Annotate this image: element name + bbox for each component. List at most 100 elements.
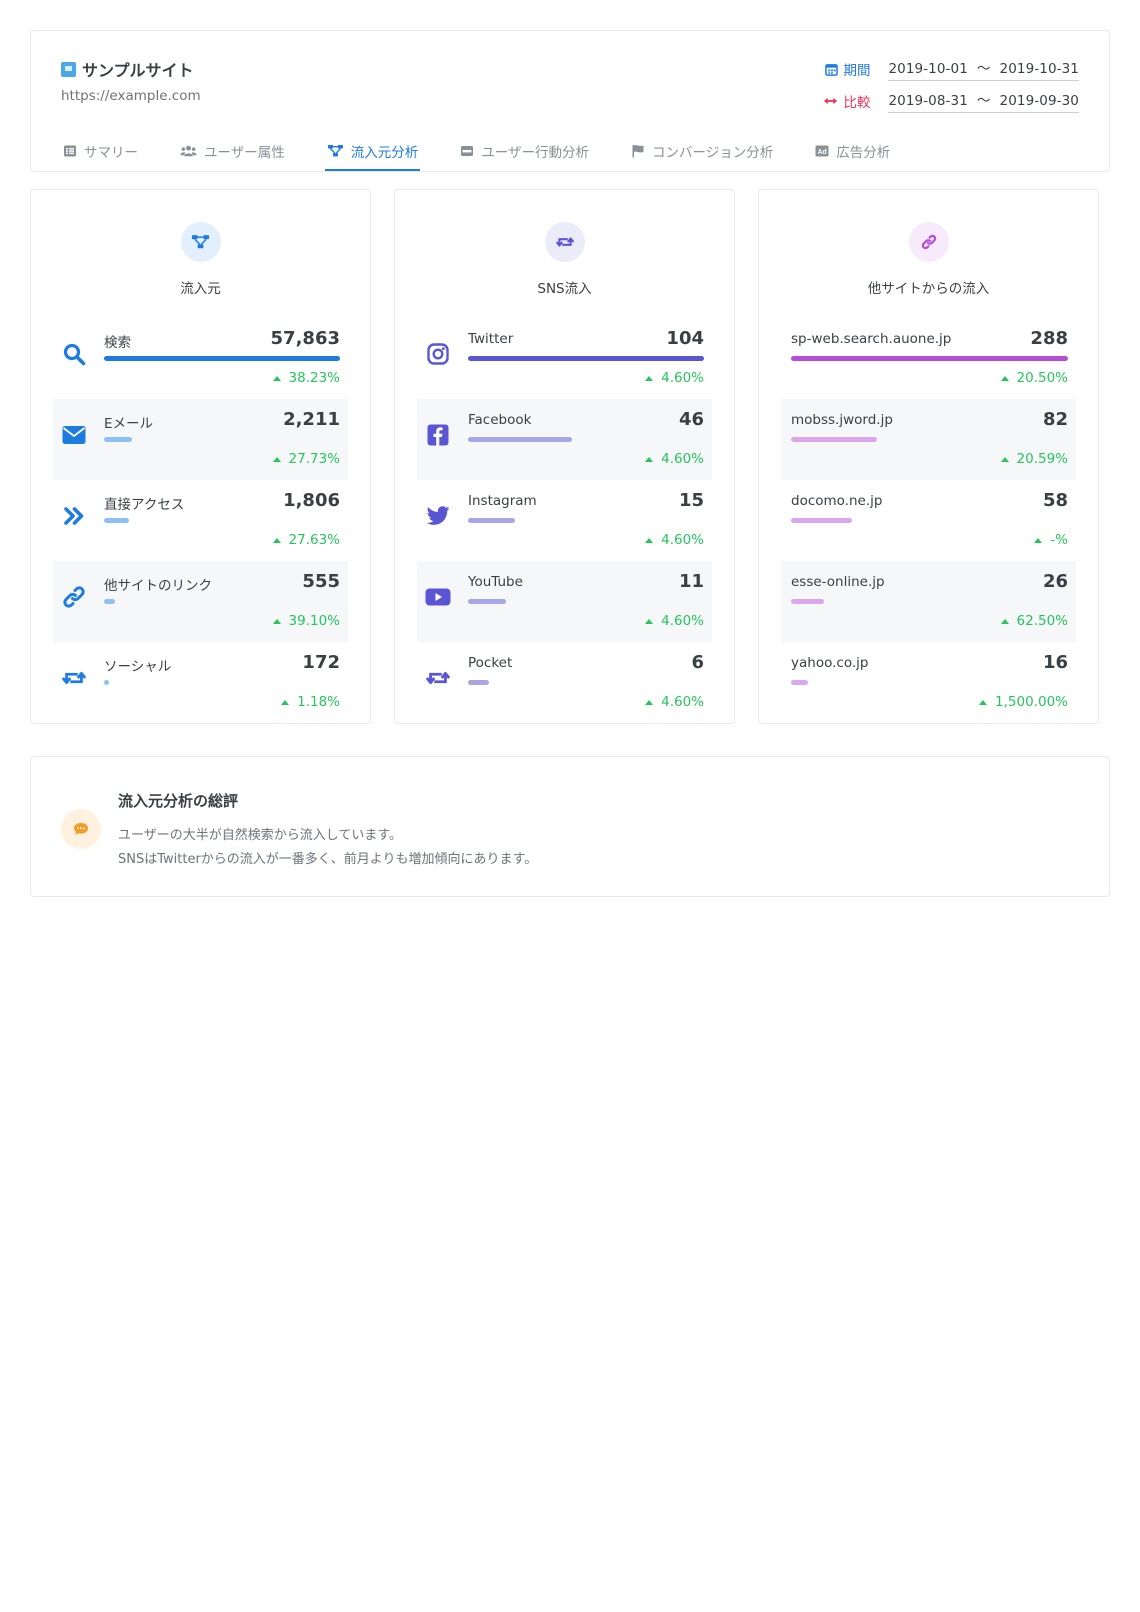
row-delta: 27.73%: [272, 451, 340, 467]
share-bar: [104, 599, 340, 604]
share-bar: [791, 680, 1068, 685]
up-triangle-icon: [979, 699, 988, 705]
row-value: 555: [302, 571, 340, 592]
row-delta: 39.10%: [272, 613, 340, 629]
period-main-range[interactable]: 2019-10-01 〜 2019-10-31: [888, 57, 1079, 81]
list-item[interactable]: 直接アクセス 1,806 27.63%: [53, 480, 348, 561]
tab-label: 流入元分析: [350, 145, 419, 161]
row-label: YouTube: [468, 574, 523, 590]
tab-traffic-sources[interactable]: 流入元分析: [324, 131, 421, 171]
tab-conversion[interactable]: コンバージョン分析: [629, 131, 775, 171]
list-item[interactable]: yahoo.co.jp 16 1,500.00%: [781, 642, 1076, 723]
share-bar: [791, 356, 1068, 361]
period-compare-range[interactable]: 2019-08-31 〜 2019-09-30: [888, 89, 1079, 113]
list-item[interactable]: docomo.ne.jp 58 -%: [781, 480, 1076, 561]
row-value: 15: [678, 490, 704, 511]
row-delta: 4.60%: [645, 451, 704, 467]
up-triangle-icon: [645, 699, 654, 705]
row-delta: 4.60%: [645, 370, 704, 386]
row-label: docomo.ne.jp: [791, 493, 883, 509]
up-triangle-icon: [645, 618, 654, 624]
tab-user-behavior[interactable]: ユーザー行動分析: [458, 131, 591, 171]
share-bar: [468, 356, 704, 361]
list-icon: [64, 145, 76, 157]
list-item[interactable]: ソーシャル 172 1.18%: [53, 642, 348, 723]
list-item[interactable]: Instagram 15 4.60%: [417, 480, 712, 561]
summary-panel: 流入元分析の総評 ユーザーの大半が自然検索から流入しています。 SNSはTwit…: [30, 756, 1110, 897]
delta-value: 38.23%: [288, 370, 340, 386]
up-triangle-icon: [272, 537, 281, 543]
row-delta: 4.60%: [645, 532, 704, 548]
share-bar-fill: [104, 518, 130, 523]
site-header: サンプルサイト https://example.com 期間 2019-10-0…: [30, 30, 1110, 172]
sns-traffic-panel: SNS流入 Twitter 104 4.60% Facebook 46 4.60…: [394, 189, 735, 724]
list-item[interactable]: 他サイトのリンク 555 39.10%: [53, 561, 348, 642]
row-label: Twitter: [468, 331, 514, 347]
up-triangle-icon: [1034, 537, 1043, 543]
list-item[interactable]: Eメール 2,211 27.73%: [53, 399, 348, 480]
row-label: 他サイトのリンク: [104, 578, 212, 594]
up-triangle-icon: [281, 699, 290, 705]
row-delta: -%: [1034, 532, 1068, 548]
row-delta: 20.50%: [1000, 370, 1068, 386]
traffic-sources-list: 検索 57,863 38.23% Eメール 2,211 27.73% 直接アクセ…: [53, 318, 348, 723]
share-bar-fill: [791, 518, 852, 523]
retweet-icon: [61, 665, 87, 691]
search-icon: [61, 341, 87, 367]
list-item[interactable]: 検索 57,863 38.23%: [53, 318, 348, 399]
delta-value: 4.60%: [661, 451, 704, 467]
youtube-icon: [425, 584, 451, 610]
row-value: 172: [302, 652, 340, 673]
row-delta: 27.63%: [272, 532, 340, 548]
tab-ads[interactable]: Ad 広告分析: [813, 131, 892, 171]
share-bar-fill: [791, 437, 877, 442]
share-bar-fill: [104, 599, 115, 604]
row-label: sp-web.search.auone.jp: [791, 331, 952, 347]
share-bar: [104, 518, 340, 523]
summary-text: SNSはTwitterからの流入が一番多く、前月よりも増加傾向にあります。: [118, 852, 538, 867]
tab-bar: サマリー ユーザー属性 流入元分析 ユーザー行動分析 コンバージョン分析 Ad …: [61, 131, 930, 173]
delta-value: 1.18%: [297, 694, 340, 710]
up-triangle-icon: [645, 537, 654, 543]
row-label: Facebook: [468, 412, 532, 428]
row-delta: 4.60%: [645, 613, 704, 629]
summary-title: 流入元分析の総評: [118, 792, 239, 810]
site-url: https://example.com: [61, 88, 201, 104]
traffic-sources-panel: 流入元 検索 57,863 38.23% Eメール 2,211 27.73% 直…: [30, 189, 371, 724]
list-item[interactable]: sp-web.search.auone.jp 288 20.50%: [781, 318, 1076, 399]
link-icon: [908, 222, 949, 262]
ad-icon: Ad: [815, 145, 829, 157]
period-compare-from: 2019-08-31: [888, 93, 968, 109]
row-label: 直接アクセス: [104, 497, 185, 513]
list-item[interactable]: Facebook 46 4.60%: [417, 399, 712, 480]
list-item[interactable]: Twitter 104 4.60%: [417, 318, 712, 399]
up-triangle-icon: [272, 375, 281, 381]
list-item[interactable]: esse-online.jp 26 62.50%: [781, 561, 1076, 642]
tab-summary[interactable]: サマリー: [61, 131, 140, 171]
envelope-icon: [61, 422, 87, 448]
up-triangle-icon: [645, 456, 654, 462]
retweet-icon: [544, 222, 585, 262]
share-bar: [791, 599, 1068, 604]
tab-user-attributes[interactable]: ユーザー属性: [178, 131, 287, 171]
share-bar-fill: [468, 680, 490, 685]
row-value: 11: [678, 571, 704, 592]
row-label: 検索: [104, 335, 131, 351]
list-item[interactable]: YouTube 11 4.60%: [417, 561, 712, 642]
delta-value: 4.60%: [661, 694, 704, 710]
delta-value: -%: [1050, 532, 1068, 548]
list-item[interactable]: Pocket 6 4.60%: [417, 642, 712, 723]
share-bar: [104, 680, 340, 685]
row-value: 6: [691, 652, 704, 673]
row-delta: 38.23%: [272, 370, 340, 386]
delta-value: 4.60%: [661, 613, 704, 629]
period-main[interactable]: 期間 2019-10-01 〜 2019-10-31: [825, 57, 1079, 81]
row-value: 58: [1042, 490, 1068, 511]
period-separator: 〜: [976, 93, 991, 109]
list-item[interactable]: mobss.jword.jp 82 20.59%: [781, 399, 1076, 480]
delta-value: 39.10%: [288, 613, 340, 629]
row-label: mobss.jword.jp: [791, 412, 893, 428]
period-compare[interactable]: 比較 2019-08-31 〜 2019-09-30: [823, 89, 1079, 113]
share-bar: [791, 518, 1068, 523]
share-bar-fill: [468, 437, 572, 442]
